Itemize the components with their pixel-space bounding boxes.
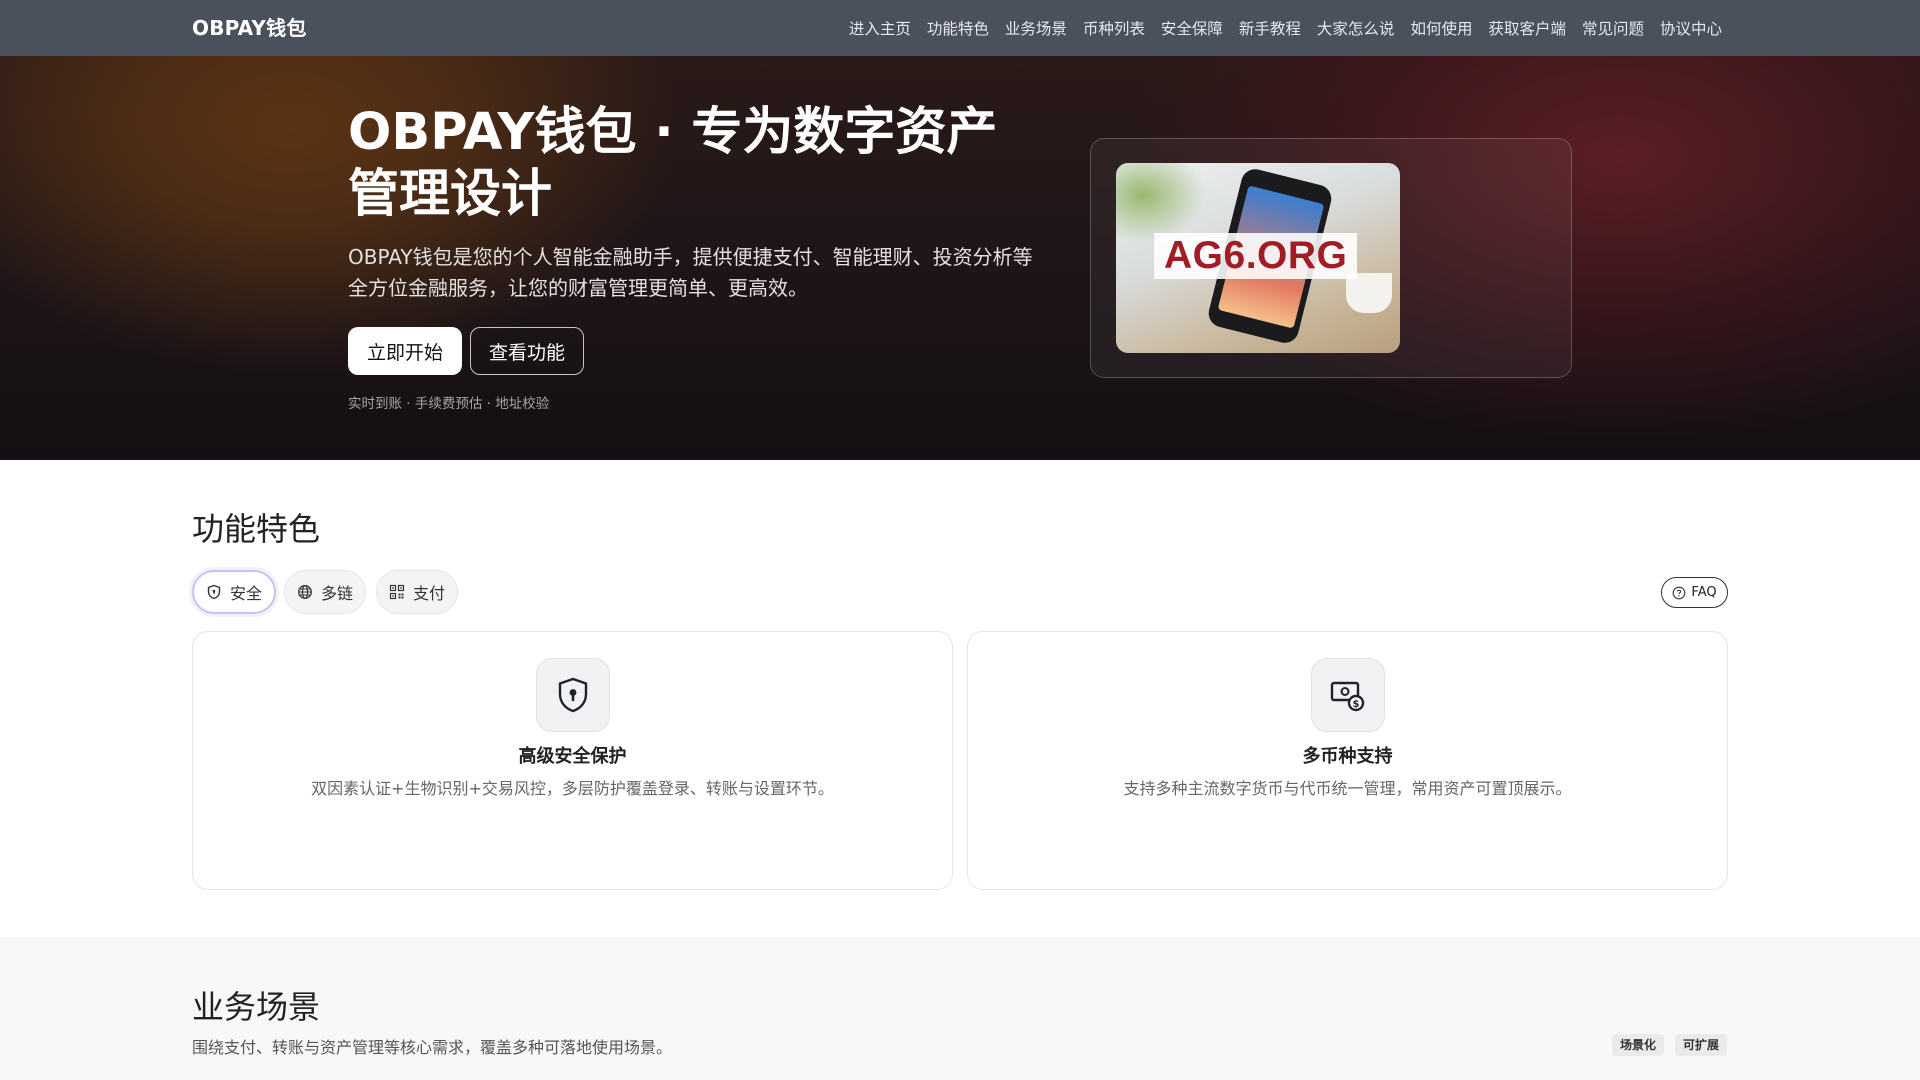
nav-item-faq[interactable]: 常见问题 — [1582, 17, 1644, 39]
start-now-button[interactable]: 立即开始 — [348, 327, 462, 375]
card-description: 双因素认证+生物识别+交易风控，多层防护覆盖登录、转账与设置环节。 — [311, 779, 834, 798]
icon-box: $ — [1311, 658, 1385, 732]
nav-item-agreements[interactable]: 协议中心 — [1660, 17, 1722, 39]
hero-phone-image: AG6.ORG — [1116, 163, 1400, 353]
nav-item-coins[interactable]: 币种列表 — [1083, 17, 1145, 39]
nav-item-security[interactable]: 安全保障 — [1161, 17, 1223, 39]
icon-box — [536, 658, 610, 732]
faq-button[interactable]: FAQ — [1661, 577, 1728, 608]
tag-extensible: 可扩展 — [1675, 1034, 1728, 1056]
nav-item-scenes[interactable]: 业务场景 — [1005, 17, 1067, 39]
shield-icon — [207, 584, 221, 600]
tab-multichain[interactable]: 多链 — [284, 570, 367, 614]
card-description: 支持多种主流数字货币与代币统一管理，常用资产可置顶展示。 — [1123, 779, 1572, 798]
nav-item-how-to-use[interactable]: 如何使用 — [1410, 17, 1472, 39]
hero-preview-card: AG6.ORG — [1090, 138, 1572, 378]
card-title: 高级安全保护 — [518, 746, 627, 767]
qr-code-icon — [389, 584, 405, 600]
scenes-description: 围绕支付、转账与资产管理等核心需求，覆盖多种可落地使用场景。 — [192, 1038, 673, 1057]
features-title: 功能特色 — [192, 510, 321, 548]
shield-lock-icon — [558, 677, 588, 713]
feature-card-security: 高级安全保护 双因素认证+生物识别+交易风控，多层防护覆盖登录、转账与设置环节。 — [192, 631, 953, 890]
nav-item-home[interactable]: 进入主页 — [849, 17, 911, 39]
question-circle-icon — [1673, 586, 1686, 599]
view-features-button[interactable]: 查看功能 — [470, 327, 584, 375]
nav-menu: 进入主页 功能特色 业务场景 币种列表 安全保障 新手教程 大家怎么说 如何使用… — [833, 0, 1722, 56]
nav-item-reviews[interactable]: 大家怎么说 — [1317, 17, 1395, 39]
card-title: 多币种支持 — [1302, 746, 1393, 767]
top-nav: OBPAY钱包 进入主页 功能特色 业务场景 币种列表 安全保障 新手教程 大家… — [0, 0, 1920, 56]
faq-label: FAQ — [1691, 585, 1717, 600]
currency-exchange-icon: $ — [1330, 681, 1365, 712]
scenes-title: 业务场景 — [192, 988, 321, 1026]
globe-icon — [298, 585, 312, 599]
tab-payment[interactable]: 支付 — [376, 570, 459, 614]
feature-card-multicurrency: $ 多币种支持 支持多种主流数字货币与代币统一管理，常用资产可置顶展示。 — [967, 631, 1728, 890]
hero-description: OBPAY钱包是您的个人智能金融助手，提供便捷支付、智能理财、投资分析等全方位金… — [348, 245, 1033, 300]
nav-item-features[interactable]: 功能特色 — [927, 17, 989, 39]
svg-text:$: $ — [1353, 699, 1360, 710]
tab-label: 安全 — [230, 584, 263, 603]
tab-security[interactable]: 安全 — [192, 570, 277, 614]
tab-label: 多链 — [321, 584, 354, 603]
tag-scenario: 场景化 — [1612, 1034, 1665, 1056]
nav-item-download[interactable]: 获取客户端 — [1488, 17, 1566, 39]
image-watermark: AG6.ORG — [1154, 233, 1358, 279]
tab-label: 支付 — [413, 584, 446, 603]
hero-title: OBPAY钱包 · 专为数字资产管理设计 — [348, 103, 998, 224]
hero-note: 实时到账 · 手续费预估 · 地址校验 — [348, 396, 550, 412]
nav-item-tutorial[interactable]: 新手教程 — [1239, 17, 1301, 39]
brand-logo[interactable]: OBPAY钱包 — [192, 0, 307, 56]
